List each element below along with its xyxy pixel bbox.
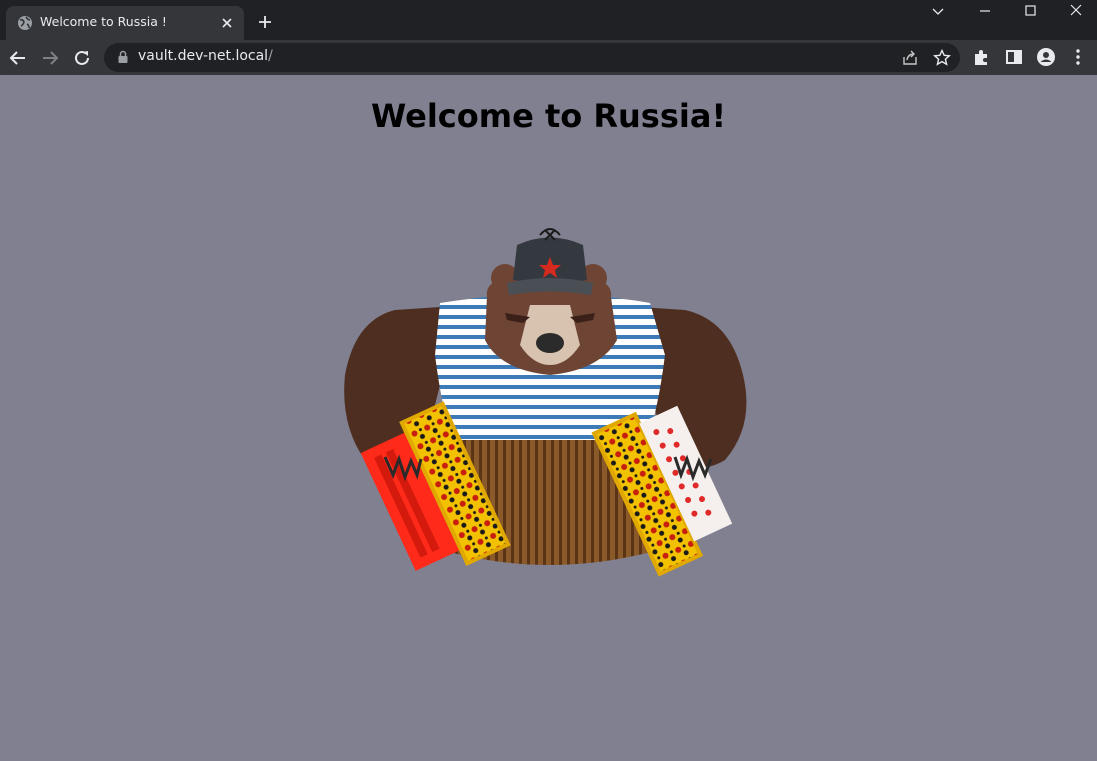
tab-title: Welcome to Russia ! <box>40 14 167 29</box>
url-path: / <box>268 48 273 64</box>
close-window-button[interactable] <box>1053 0 1097 28</box>
back-arrow-icon[interactable] <box>6 46 30 70</box>
url-text[interactable]: vault.dev-net.local/ <box>138 48 273 64</box>
tab-search-icon[interactable] <box>915 0 961 28</box>
browser-titlebar: Welcome to Russia ! <box>0 0 1097 40</box>
maximize-button[interactable] <box>1008 0 1054 28</box>
tab-active[interactable]: Welcome to Russia ! <box>6 6 244 40</box>
extensions-puzzle-icon[interactable] <box>971 46 993 68</box>
profile-avatar-icon[interactable] <box>1035 46 1057 68</box>
side-panel-icon[interactable] <box>1003 46 1025 68</box>
address-bar[interactable]: vault.dev-net.local/ <box>104 43 960 72</box>
browser-toolbar: vault.dev-net.local/ <box>0 40 1097 75</box>
bear-accordion-image <box>344 228 747 577</box>
share-icon[interactable] <box>900 48 920 68</box>
forward-arrow-icon[interactable] <box>38 46 62 70</box>
reload-icon[interactable] <box>70 46 94 70</box>
page-content: Welcome to Russia! <box>0 75 1097 761</box>
bookmark-star-icon[interactable] <box>932 48 952 68</box>
minimize-button[interactable] <box>962 0 1008 28</box>
url-host: vault.dev-net.local <box>138 48 269 64</box>
page-heading: Welcome to Russia! <box>370 97 727 135</box>
globe-icon <box>18 16 32 30</box>
lock-icon[interactable] <box>116 50 130 64</box>
close-tab-icon[interactable] <box>218 14 236 32</box>
new-tab-button[interactable] <box>254 11 276 33</box>
menu-kebab-icon[interactable] <box>1067 46 1089 68</box>
